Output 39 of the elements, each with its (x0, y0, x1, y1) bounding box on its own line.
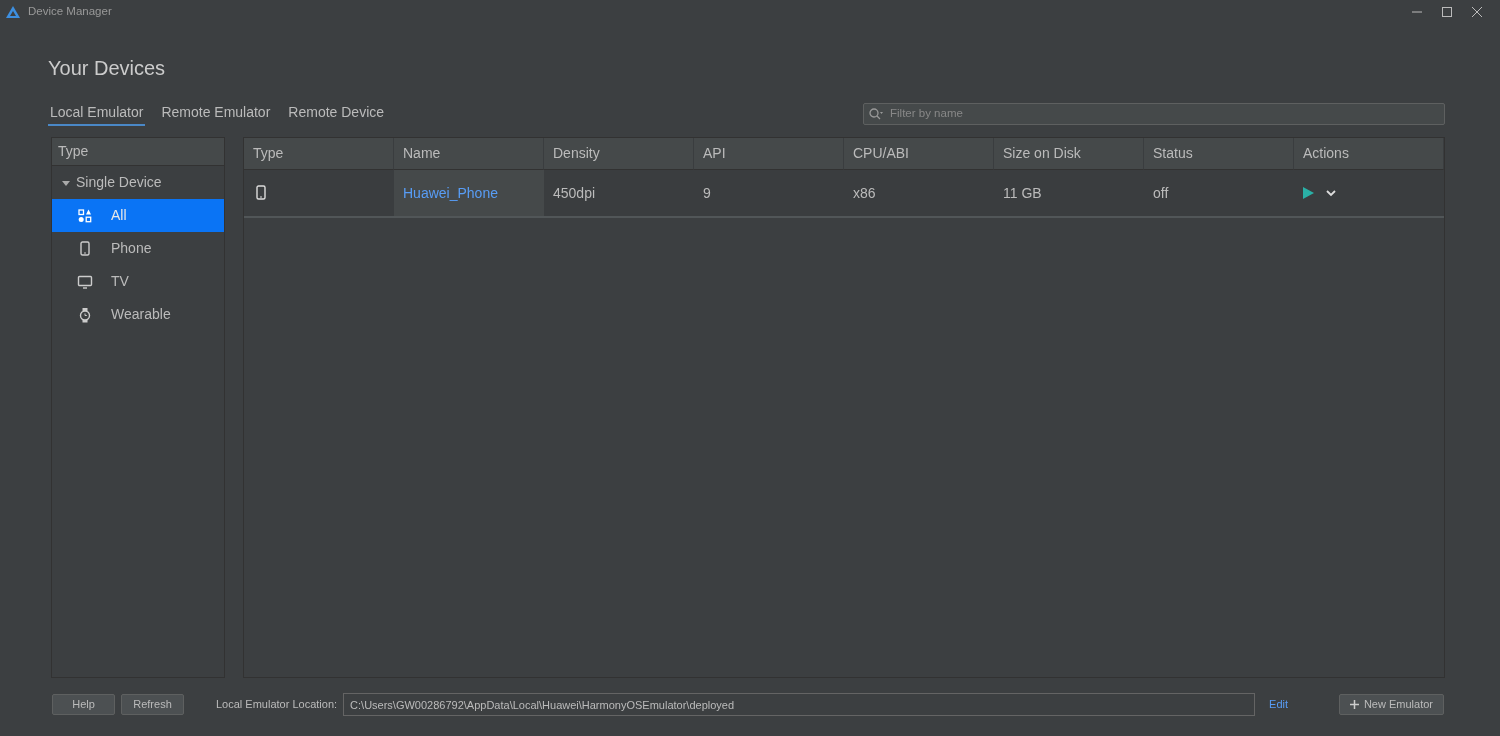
app-logo-icon (6, 6, 20, 18)
column-header[interactable]: Name (394, 138, 544, 170)
plus-icon (1349, 700, 1359, 709)
monitor-icon (77, 273, 93, 290)
sidebar-item[interactable]: Phone (52, 232, 224, 265)
column-header[interactable]: Status (1144, 138, 1294, 170)
column-header[interactable]: CPU/ABI (844, 138, 994, 170)
sidebar-item[interactable]: All (52, 199, 224, 232)
tree-group[interactable]: Single Device (52, 166, 224, 199)
phone-icon (253, 185, 269, 201)
column-header[interactable]: Type (244, 138, 394, 170)
location-label: Local Emulator Location: (216, 697, 338, 713)
grid-shapes-icon (77, 207, 93, 224)
play-icon[interactable] (1303, 187, 1314, 199)
footer-button[interactable]: Refresh (121, 694, 184, 715)
phone-icon (77, 240, 93, 257)
sidebar-item[interactable]: TV (52, 265, 224, 298)
new-emulator-button[interactable]: New Emulator (1338, 694, 1444, 715)
search-field[interactable]: Filter by name (863, 103, 1445, 125)
close-icon[interactable] (1472, 7, 1482, 17)
chevron-down-icon[interactable] (1326, 189, 1336, 197)
column-header[interactable]: API (694, 138, 844, 170)
watch-icon (77, 306, 93, 323)
maximize-icon[interactable] (1442, 7, 1452, 17)
page-heading: Your Devices (48, 56, 167, 80)
column-header[interactable]: Actions (1294, 138, 1444, 170)
window-title: Device Manager (28, 4, 112, 20)
sidebar-item[interactable]: Wearable (52, 298, 224, 331)
device-name[interactable]: Huawei_Phone (394, 170, 544, 218)
tab[interactable]: Remote Device (286, 102, 387, 126)
sidebar-header: Type (52, 138, 224, 166)
column-header[interactable]: Density (544, 138, 694, 170)
location-field[interactable]: C:\Users\GW00286792\AppData\Local\Huawei\HarmonyOSEmulator\deployed (343, 693, 1256, 716)
expanded-triangle-icon (62, 178, 70, 187)
edit-link[interactable]: Edit (1269, 696, 1289, 713)
tab[interactable]: Local Emulator (48, 102, 146, 126)
footer-button[interactable]: Help (52, 694, 115, 715)
tab[interactable]: Remote Emulator (159, 102, 273, 126)
column-header[interactable]: Size on Disk (994, 138, 1144, 170)
